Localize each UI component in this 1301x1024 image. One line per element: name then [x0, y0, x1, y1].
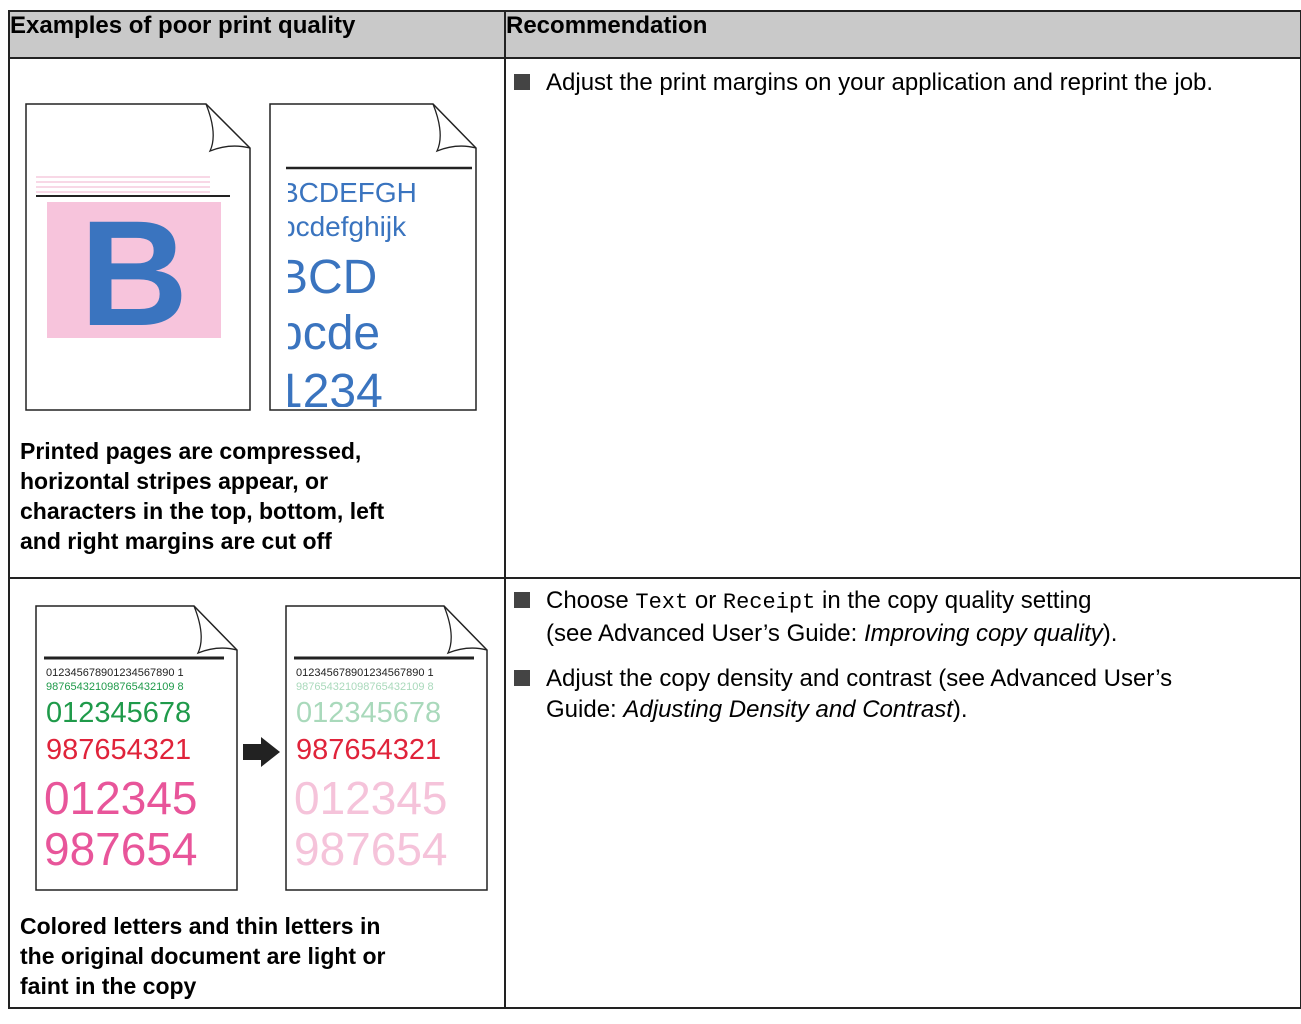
right-arrow-icon: [243, 737, 280, 767]
recommendation-item: Adjust the copy density and contrast (se…: [506, 663, 1300, 725]
square-bullet-icon: [514, 592, 530, 608]
sample-text-line: bcdefghijk: [280, 211, 407, 242]
guide-reference: Improving copy quality: [863, 620, 1103, 647]
table-row: B BCDEFGH bcdefghijk BCD bcde 1234 Print…: [8, 57, 1301, 579]
sample-text-line: 987654321: [296, 734, 441, 766]
sample-text-line: BCDEFGH: [280, 177, 417, 208]
sample-text-line: 012345678: [46, 697, 191, 729]
print-quality-table: Examples of poor print quality Recommend…: [8, 10, 1301, 1009]
sample-text-line: 012345678901234567890 1: [296, 667, 434, 679]
letter-b: B: [80, 189, 188, 357]
option-receipt: Receipt: [722, 590, 816, 615]
sample-text-line: 012345678: [296, 697, 441, 729]
recommendation-item: Choose Text or Receipt in the copy quali…: [506, 585, 1300, 649]
header-examples: Examples of poor print quality: [8, 10, 506, 59]
square-bullet-icon: [514, 74, 530, 90]
sample-text-line: 012345: [44, 772, 198, 824]
example-cell: 012345678901234567890 1 9876543210987654…: [8, 577, 506, 1009]
recommendation-list: Choose Text or Receipt in the copy quali…: [506, 585, 1300, 725]
option-text: Text: [635, 590, 689, 615]
sample-text-line: 987654321098765432109 8: [46, 681, 184, 693]
recommendation-cell: Choose Text or Receipt in the copy quali…: [504, 577, 1301, 1009]
sample-text-line: 987654321: [46, 734, 191, 766]
header-recommendation: Recommendation: [504, 10, 1301, 59]
sample-text-line: 987654: [44, 823, 198, 875]
example-caption: Printed pages are compressed, horizontal…: [20, 438, 385, 554]
example-cell: B BCDEFGH bcdefghijk BCD bcde 1234 Print…: [8, 57, 506, 579]
sample-text-line: 012345678901234567890 1: [46, 667, 184, 679]
recommendation-cell: Adjust the print margins on your applica…: [504, 57, 1301, 579]
sample-text-line: 012345: [294, 772, 448, 824]
square-bullet-icon: [514, 670, 530, 686]
sample-text-line: bcde: [276, 307, 380, 360]
recommendation-item: Adjust the print margins on your applica…: [506, 67, 1286, 98]
sample-text-line: BCD: [276, 251, 377, 304]
troubleshooting-page: Examples of poor print quality Recommend…: [0, 0, 1301, 1024]
example-caption: Colored letters and thin letters in the …: [20, 913, 386, 999]
sample-text-line: 987654321098765432109 8: [296, 681, 434, 693]
recommendation-list: Adjust the print margins on your applica…: [506, 67, 1300, 98]
table-row: 012345678901234567890 1 9876543210987654…: [8, 577, 1301, 1009]
table-header-row: Examples of poor print quality Recommend…: [8, 10, 1301, 59]
guide-reference: Adjusting Density and Contrast: [623, 696, 953, 723]
sample-text-line: 987654: [294, 823, 448, 875]
